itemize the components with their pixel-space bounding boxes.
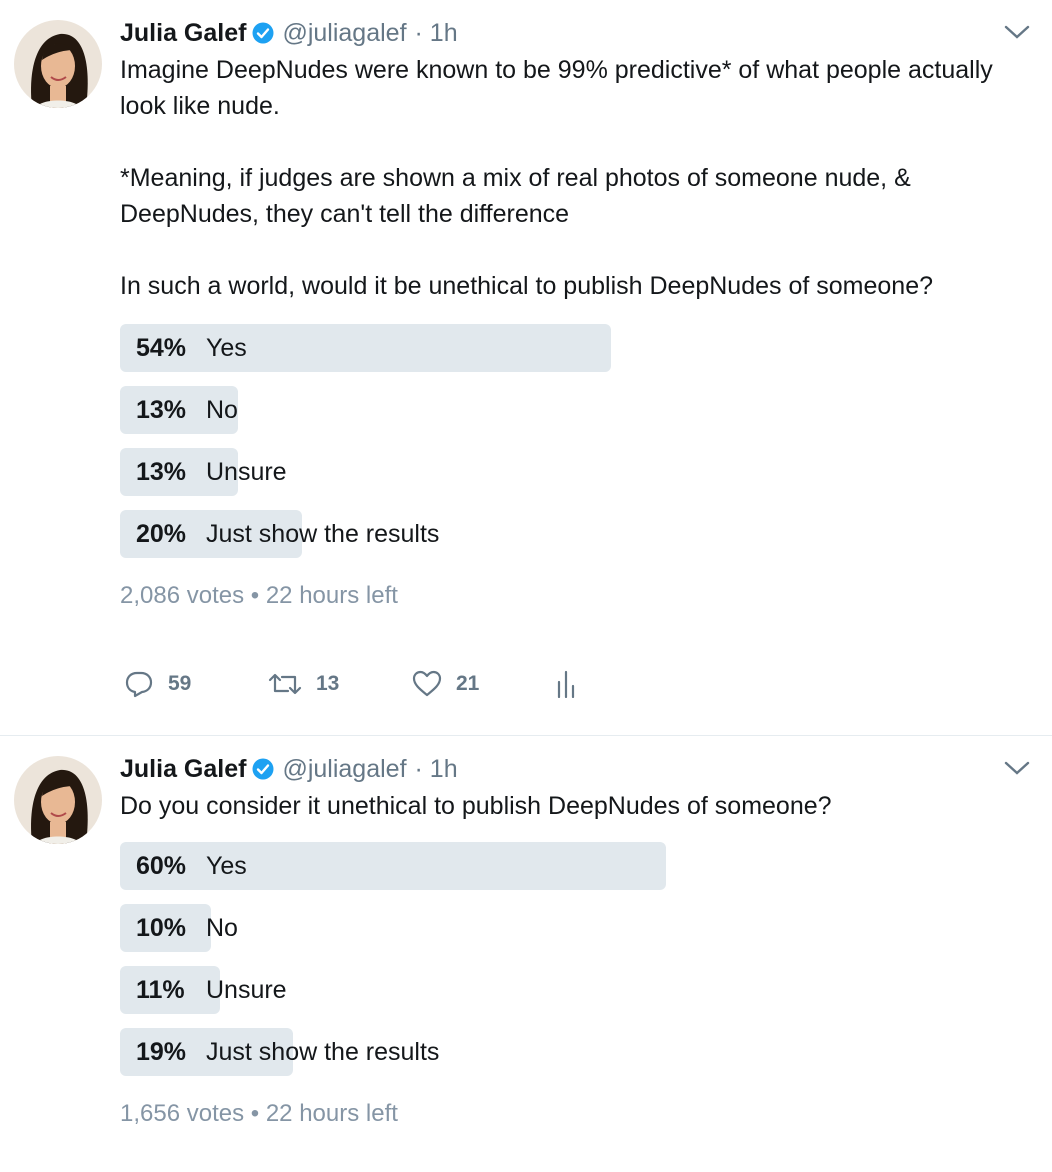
poll-percent: 10% — [136, 914, 187, 942]
heart-icon — [412, 670, 442, 697]
poll-label: Unsure — [206, 458, 287, 486]
retweet-button[interactable]: 13 — [268, 671, 412, 697]
retweet-count: 13 — [316, 672, 340, 695]
tweet-paragraph: In such a world, would it be unethical t… — [120, 272, 934, 300]
poll-option: 60% Yes — [120, 842, 1030, 890]
poll-option: 54% Yes — [120, 324, 1030, 372]
poll-meta: 1,656 votes • 22 hours left — [120, 1100, 398, 1127]
poll-option: 13% No — [120, 386, 1030, 434]
poll-option: 13% Unsure — [120, 448, 1030, 496]
poll-percent: 20% — [136, 520, 187, 548]
poll-label: Just show the results — [206, 1038, 440, 1066]
poll-percent: 13% — [136, 458, 187, 486]
retweet-icon — [268, 673, 302, 695]
tweet-header: Julia Galef @juliagalef · 1h — [120, 750, 1030, 788]
tweet[interactable]: Julia Galef @juliagalef · 1h Do you cons… — [0, 736, 1052, 1172]
poll-option: 19% Just show the results — [120, 1028, 1030, 1076]
poll-percent: 54% — [136, 334, 187, 362]
author-name[interactable]: Julia Galef — [120, 755, 246, 784]
tweet-paragraph: *Meaning, if judges are shown a mix of r… — [120, 164, 911, 228]
poll-option: 20% Just show the results — [120, 510, 1030, 558]
poll-percent: 60% — [136, 852, 187, 880]
analytics-icon — [557, 670, 575, 698]
poll-label: Just show the results — [206, 520, 440, 548]
timestamp[interactable]: · 1h — [415, 19, 458, 48]
poll-label: Unsure — [206, 976, 287, 1004]
reply-icon — [125, 671, 153, 698]
like-button[interactable]: 21 — [412, 670, 556, 698]
tweet-actions: 59 13 21 — [124, 670, 1030, 698]
reply-button[interactable]: 59 — [124, 670, 268, 698]
tweet-header: Julia Galef @juliagalef · 1h — [120, 14, 1030, 52]
avatar[interactable] — [14, 20, 102, 108]
verified-badge-icon — [252, 758, 274, 780]
poll: 54% Yes 13% No 13% Unsure 20% Just show the … — [120, 324, 1030, 558]
timestamp[interactable]: · 1h — [415, 755, 458, 784]
poll-percent: 19% — [136, 1038, 187, 1066]
like-count: 21 — [456, 672, 480, 695]
tweet-text: Do you consider it unethical to publish … — [120, 788, 1030, 824]
poll-option: 10% No — [120, 904, 1030, 952]
tweet[interactable]: Julia Galef @juliagalef · 1h Imagine Dee… — [0, 0, 1052, 736]
analytics-button[interactable] — [556, 670, 700, 698]
author-handle[interactable]: @juliagalef — [282, 19, 406, 48]
author-handle[interactable]: @juliagalef — [282, 755, 406, 784]
poll-label: Yes — [206, 334, 247, 362]
avatar[interactable] — [14, 756, 102, 844]
reply-count: 59 — [168, 672, 192, 695]
poll-label: Yes — [206, 852, 247, 880]
tweet-paragraph: Do you consider it unethical to publish … — [120, 792, 832, 820]
poll-label: No — [206, 914, 238, 942]
poll-label: No — [206, 396, 238, 424]
poll-percent: 13% — [136, 396, 187, 424]
poll-meta: 2,086 votes • 22 hours left — [120, 582, 398, 609]
author-name[interactable]: Julia Galef — [120, 19, 246, 48]
poll: 60% Yes 10% No 11% Unsure 19% Just show the … — [120, 842, 1030, 1076]
tweet-paragraph: Imagine DeepNudes were known to be 99% p… — [120, 56, 993, 120]
verified-badge-icon — [252, 22, 274, 44]
poll-option: 11% Unsure — [120, 966, 1030, 1014]
tweet-text: Imagine DeepNudes were known to be 99% p… — [120, 52, 1030, 304]
poll-percent: 11% — [136, 976, 185, 1004]
